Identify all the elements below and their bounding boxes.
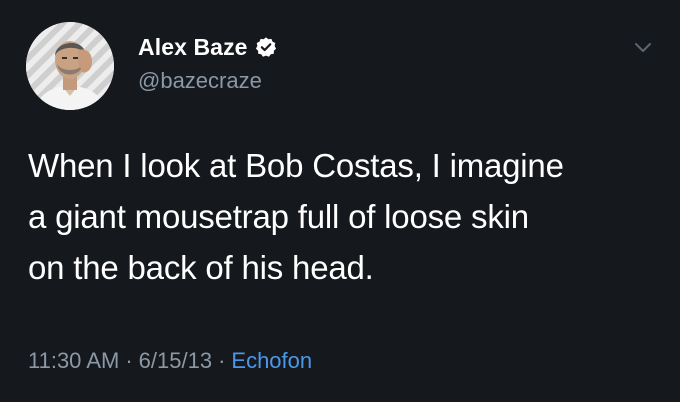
- tweet-text: When I look at Bob Costas, I imagine a g…: [28, 140, 658, 293]
- display-name[interactable]: Alex Baze: [138, 34, 248, 61]
- tweet-text-line: on the back of his head.: [28, 249, 374, 286]
- verified-badge-icon: [255, 36, 277, 58]
- author-row: Alex Baze: [138, 32, 277, 62]
- tweet-text-line: When I look at Bob Costas, I imagine: [28, 147, 564, 184]
- tweet-time[interactable]: 11:30 AM: [28, 348, 119, 373]
- handle[interactable]: @bazecraze: [138, 68, 262, 94]
- tweet-card: Alex Baze @bazecraze When I look at Bob …: [0, 0, 680, 402]
- meta-separator: ·: [125, 348, 133, 373]
- meta-separator: ·: [218, 348, 226, 373]
- avatar[interactable]: [26, 22, 114, 110]
- chevron-down-icon[interactable]: [632, 36, 654, 58]
- tweet-source-link[interactable]: Echofon: [231, 348, 312, 373]
- avatar-photo-icon: [26, 22, 114, 110]
- tweet-meta: 11:30 AM · 6/15/13 · Echofon: [28, 348, 312, 374]
- tweet-text-line: a giant mousetrap full of loose skin: [28, 198, 529, 235]
- tweet-date[interactable]: 6/15/13: [139, 348, 212, 373]
